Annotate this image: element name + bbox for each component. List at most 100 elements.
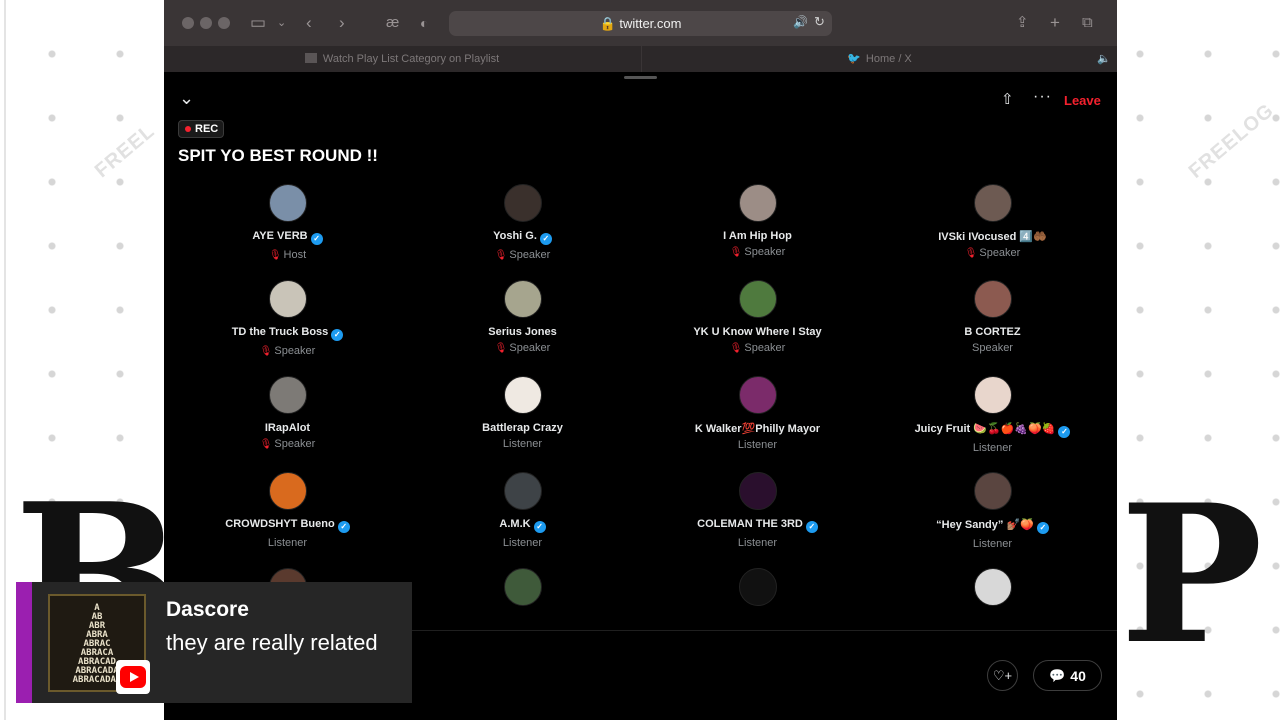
participant-role-text: Speaker: [509, 249, 551, 261]
address-bar[interactable]: 🔒 twitter.com 🔊 ↻: [449, 11, 832, 36]
participant-card[interactable]: AYE VERB ✓ 🎙 Host: [170, 184, 405, 261]
participant-card[interactable]: [405, 568, 640, 606]
comments-button[interactable]: 💬 40: [1033, 660, 1102, 691]
share-icon[interactable]: ⇪: [1016, 12, 1029, 34]
space-title: SPIT YO BEST ROUND !!: [178, 146, 378, 165]
participant-card[interactable]: IVSki IVocused 4️⃣🤲🏾 🎙 Speaker: [875, 184, 1110, 259]
chevron-down-icon[interactable]: ⌄: [277, 12, 286, 34]
reader-extension-icon[interactable]: æ: [386, 12, 399, 34]
chat-author: Dascore: [166, 598, 249, 621]
drag-handle[interactable]: [624, 76, 657, 79]
close-window-button[interactable]: [182, 17, 194, 29]
participant-avatar[interactable]: [738, 472, 777, 510]
privacy-shield-icon[interactable]: ◐: [420, 12, 428, 34]
collapse-chevron-icon[interactable]: ⌄: [179, 88, 194, 109]
participant-role: 🎙 Speaker: [405, 249, 640, 261]
background-letter-p: P: [1120, 463, 1263, 686]
reload-icon[interactable]: ↻: [814, 14, 825, 30]
participant-card[interactable]: I Am Hip Hop 🎙 Speaker: [640, 184, 875, 258]
participant-card[interactable]: Battlerap Crazy Listener: [405, 376, 640, 450]
participant-role-text: Listener: [737, 537, 778, 549]
participant-avatar[interactable]: [738, 376, 777, 414]
participant-role: Listener: [875, 442, 1110, 454]
participant-role: 🎙 Speaker: [405, 342, 640, 354]
tab-home-x[interactable]: 🐦 Home / X 🔈: [641, 46, 1117, 72]
youtube-play-icon: [130, 672, 139, 682]
comment-count: 40: [1070, 667, 1086, 684]
participant-card[interactable]: K Walker💯Philly Mayor Listener: [640, 376, 875, 451]
playlist-favicon-icon: [304, 53, 317, 63]
participant-card[interactable]: Yoshi G. ✓ 🎙 Speaker: [405, 184, 640, 261]
tab-bar: Watch Play List Category on Playlist 🐦 Ho…: [164, 46, 1117, 72]
browser-toolbar: ▭ ⌄ ‹ › æ ◐ 🔒 twitter.com 🔊 ↻ ⇪ + ⧉: [164, 0, 1117, 46]
participant-avatar[interactable]: [268, 472, 307, 510]
participant-role-text: Listener: [737, 439, 778, 451]
participant-avatar[interactable]: [503, 184, 542, 222]
new-tab-icon[interactable]: +: [1050, 12, 1060, 34]
participant-role: Listener: [640, 537, 875, 549]
participant-role-text: Speaker: [274, 438, 316, 450]
participant-role: 🎙 Speaker: [875, 247, 1110, 259]
participant-card[interactable]: Serius Jones 🎙 Speaker: [405, 280, 640, 354]
participant-card[interactable]: COLEMAN THE 3RD ✓ Listener: [640, 472, 875, 549]
participant-avatar[interactable]: [738, 184, 777, 222]
participant-card[interactable]: CROWDSHYT Bueno ✓ Listener: [170, 472, 405, 549]
muted-mic-icon: 🎙: [259, 346, 273, 357]
audio-playing-icon[interactable]: 🔊: [793, 15, 808, 29]
participant-name-text: YK U Know Where I Stay: [693, 326, 822, 338]
participant-card[interactable]: YK U Know Where I Stay 🎙 Speaker: [640, 280, 875, 354]
verified-badge-icon: ✓: [310, 233, 323, 245]
more-options-icon[interactable]: ···: [1033, 88, 1052, 106]
muted-mic-icon: 🎙: [494, 250, 508, 261]
participant-card[interactable]: A.M.K ✓ Listener: [405, 472, 640, 549]
participant-avatar[interactable]: [973, 568, 1012, 606]
participant-card[interactable]: [640, 568, 875, 606]
back-arrow-icon[interactable]: ‹: [306, 12, 312, 34]
participant-name: TD the Truck Boss ✓: [170, 326, 405, 341]
minimize-window-button[interactable]: [200, 17, 212, 29]
participant-avatar[interactable]: [738, 280, 777, 318]
participant-card[interactable]: “Hey Sandy” 💅🏽🍑 ✓ Listener: [875, 472, 1110, 550]
participant-name: CROWDSHYT Bueno ✓: [170, 518, 405, 533]
participant-role-text: Listener: [502, 537, 543, 549]
participant-name: IVSki IVocused 4️⃣🤲🏾: [875, 230, 1110, 243]
tab-overview-icon[interactable]: ⧉: [1082, 12, 1093, 34]
tab-playlist[interactable]: Watch Play List Category on Playlist: [164, 46, 640, 72]
sidebar-toggle-icon[interactable]: ▭: [250, 12, 266, 34]
participant-avatar[interactable]: [268, 376, 307, 414]
zoom-window-button[interactable]: [218, 17, 230, 29]
participant-role-text: Speaker: [972, 342, 1013, 354]
participant-avatar[interactable]: [973, 280, 1012, 318]
participant-card[interactable]: Juicy Fruit 🍉🍒🍎🍇🍑🍓 ✓ Listener: [875, 376, 1110, 454]
participant-card[interactable]: B CORTEZ Speaker: [875, 280, 1110, 354]
participant-name-text: CROWDSHYT Bueno: [225, 518, 335, 530]
tab-home-x-label: Home / X: [865, 53, 912, 65]
participant-name: Yoshi G. ✓: [405, 230, 640, 245]
participant-name: K Walker💯Philly Mayor: [640, 422, 875, 435]
participant-avatar[interactable]: [268, 184, 307, 222]
participant-card[interactable]: [875, 568, 1110, 606]
participant-avatar[interactable]: [268, 280, 307, 318]
participant-card[interactable]: IRapAlot 🎙 Speaker: [170, 376, 405, 450]
participant-avatar[interactable]: [973, 472, 1012, 510]
url-text: 🔒 twitter.com: [599, 16, 682, 31]
participant-card[interactable]: TD the Truck Boss ✓ 🎙 Speaker: [170, 280, 405, 357]
participant-name-text: IRapAlot: [264, 422, 311, 434]
participant-avatar[interactable]: [503, 568, 542, 606]
url-label: twitter.com: [619, 16, 682, 31]
participant-avatar[interactable]: [503, 280, 542, 318]
participant-avatar[interactable]: [973, 184, 1012, 222]
participant-avatar[interactable]: [503, 376, 542, 414]
participant-row: CROWDSHYT Bueno ✓ Listener A.M.K ✓ Listener CO…: [170, 472, 1110, 564]
share-space-icon[interactable]: ⇧: [1001, 90, 1014, 108]
participant-name: Serius Jones: [405, 326, 640, 338]
add-reaction-button[interactable]: ♡+: [987, 660, 1018, 691]
participant-avatar[interactable]: [973, 376, 1012, 414]
verified-badge-icon: ✓: [337, 521, 350, 533]
tab-playlist-label: Watch Play List Category on Playlist: [322, 53, 500, 65]
leave-button[interactable]: Leave: [1064, 93, 1101, 108]
forward-arrow-icon[interactable]: ›: [339, 12, 345, 34]
tab-audio-icon[interactable]: 🔈: [1097, 46, 1111, 72]
participant-avatar[interactable]: [503, 472, 542, 510]
participant-avatar[interactable]: [738, 568, 777, 606]
